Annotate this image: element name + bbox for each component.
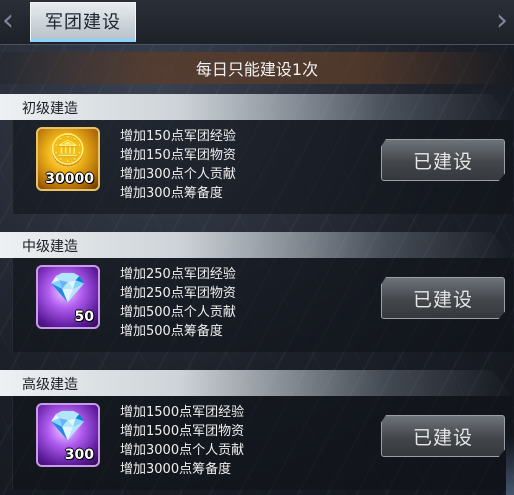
reward-item: 增加300点个人贡献 [120, 167, 236, 182]
item-quantity: 50 [74, 309, 94, 325]
reward-item: 增加500点个人贡献 [120, 305, 236, 320]
corner-glow [506, 435, 514, 495]
tier-panel-advanced: 高级建造 💎 300 增加1500点军团经验 增加1500点军团物资 增加300… [0, 370, 514, 490]
gold-coins-icon[interactable]: 🪙 30000 [36, 127, 100, 191]
reward-item: 增加1500点军团物资 [120, 424, 245, 439]
reward-item: 增加3000点筹备度 [120, 462, 232, 477]
purple-gems-icon[interactable]: 💎 50 [36, 265, 100, 329]
reward-list: 增加150点军团经验 增加150点军团物资 增加300点个人贡献 增加300点筹… [120, 127, 236, 203]
tab-label: 军团建设 [45, 12, 121, 33]
icon-glyph: 💎 [49, 409, 87, 444]
build-button-label: 已建设 [412, 426, 473, 449]
reward-item: 增加300点筹备度 [120, 186, 223, 201]
reward-item: 增加500点筹备度 [120, 324, 223, 339]
reward-item: 增加3000点个人贡献 [120, 443, 245, 458]
reward-item: 增加150点军团物资 [120, 148, 236, 163]
build-button[interactable]: 已建设 [381, 415, 505, 457]
reward-list: 增加1500点军团经验 增加1500点军团物资 增加3000点个人贡献 增加30… [120, 403, 244, 479]
reward-item: 增加250点军团经验 [120, 267, 236, 282]
item-quantity: 300 [64, 447, 94, 463]
tier-panel-basic: 初级建造 🪙 30000 增加150点军团经验 增加150点军团物资 增加300… [0, 94, 514, 214]
reward-item: 增加150点军团经验 [120, 129, 236, 144]
tier-title: 中级建造 [22, 239, 78, 255]
notice-text: 每日只能建设1次 [195, 60, 319, 79]
previous-arrow-icon[interactable]: ‹ [2, 4, 14, 38]
top-bar: ‹ 军团建设 › [0, 0, 514, 45]
reward-list: 增加250点军团经验 增加250点军团物资 增加500点个人贡献 增加500点筹… [120, 265, 236, 341]
reward-item: 增加1500点军团经验 [120, 405, 245, 420]
tier-panel-intermediate: 中级建造 💎 50 增加250点军团经验 增加250点军团物资 增加500点个人… [0, 232, 514, 352]
tab-legion-construction[interactable]: 军团建设 [30, 2, 136, 42]
next-arrow-icon[interactable]: › [496, 4, 508, 38]
build-button[interactable]: 已建设 [381, 277, 505, 319]
icon-glyph: 🪙 [49, 133, 87, 168]
tier-title: 初级建造 [22, 101, 78, 117]
build-button-label: 已建设 [412, 150, 473, 173]
build-button[interactable]: 已建设 [381, 139, 505, 181]
item-quantity: 30000 [45, 171, 94, 187]
daily-limit-notice: 每日只能建设1次 [0, 52, 514, 84]
build-button-label: 已建设 [412, 288, 473, 311]
tier-title: 高级建造 [22, 377, 78, 393]
purple-gems-icon[interactable]: 💎 300 [36, 403, 100, 467]
reward-item: 增加250点军团物资 [120, 286, 236, 301]
icon-glyph: 💎 [49, 271, 87, 306]
